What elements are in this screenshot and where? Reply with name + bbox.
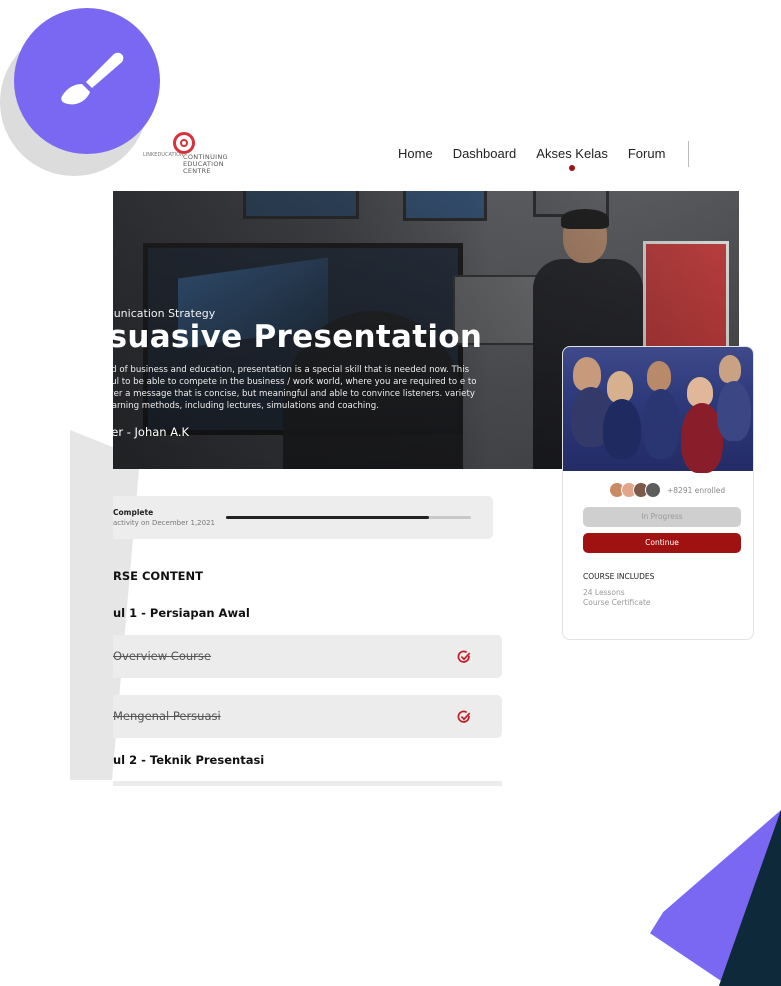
module-title[interactable]: ul 2 - Teknik Presentasi bbox=[113, 753, 264, 767]
module-title[interactable]: ul 1 - Persiapan Awal bbox=[113, 606, 250, 620]
check-circle-icon bbox=[457, 650, 471, 663]
course-title: rsuasive Presentation bbox=[113, 319, 483, 355]
course-includes-item: Course Certificate bbox=[583, 598, 651, 607]
nav-item-akses-kelas[interactable]: Akses Kelas bbox=[536, 146, 608, 171]
course-description: world of business and education, present… bbox=[113, 365, 477, 411]
progress-bar-fill bbox=[226, 516, 430, 519]
course-thumbnail bbox=[563, 347, 753, 473]
paintbrush-icon bbox=[61, 52, 124, 105]
check-circle-icon bbox=[457, 710, 471, 723]
main-nav: Home Dashboard Akses Kelas Forum bbox=[398, 146, 666, 171]
lesson-name: Overview Course bbox=[113, 649, 211, 663]
nav-item-forum[interactable]: Forum bbox=[628, 146, 666, 161]
lesson-name: Mengenal Persuasi bbox=[113, 709, 221, 723]
decor-circle bbox=[14, 8, 160, 154]
last-activity: activity on December 1,2021 bbox=[113, 519, 215, 527]
enrolled-text: +8291 enrolled bbox=[667, 485, 726, 495]
logo-text: CONTINUING EDUCATION CENTRE bbox=[183, 153, 228, 175]
course-card: +8291 enrolled In Progress Continue COUR… bbox=[562, 346, 754, 640]
lesson-item[interactable]: Overview Course bbox=[113, 635, 502, 678]
in-progress-button[interactable]: In Progress bbox=[583, 507, 741, 527]
nav-item-home[interactable]: Home bbox=[398, 146, 433, 161]
lesson-item[interactable] bbox=[113, 781, 502, 786]
progress-bar bbox=[226, 516, 471, 519]
avatar bbox=[645, 482, 661, 498]
course-speaker: ker - Johan A.K bbox=[113, 425, 190, 439]
course-includes-title: COURSE INCLUDES bbox=[583, 572, 655, 581]
continue-button[interactable]: Continue bbox=[583, 533, 741, 553]
progress-card: Complete activity on December 1,2021 bbox=[113, 496, 493, 539]
lesson-item[interactable]: Mengenal Persuasi bbox=[113, 695, 502, 738]
progress-label: Complete bbox=[113, 508, 154, 517]
enrolled-count: +8291 enrolled bbox=[609, 482, 726, 498]
logo-mark-icon bbox=[173, 132, 195, 154]
section-title: RSE CONTENT bbox=[113, 569, 204, 583]
nav-item-dashboard[interactable]: Dashboard bbox=[453, 146, 517, 161]
course-includes-item: 24 Lessons bbox=[583, 588, 625, 597]
site-logo[interactable]: LINKEDUCATION CONTINUING EDUCATION CENTR… bbox=[143, 132, 243, 180]
nav-divider bbox=[688, 141, 689, 167]
logo-small-text: LINKEDUCATION bbox=[143, 152, 184, 158]
